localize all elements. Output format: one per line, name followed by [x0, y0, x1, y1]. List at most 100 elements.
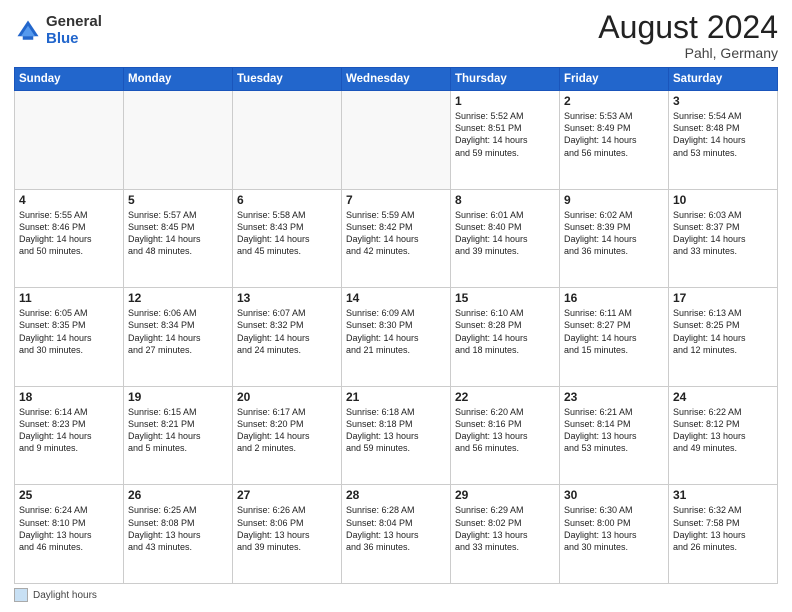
- calendar-cell: [233, 91, 342, 190]
- day-info: Sunrise: 5:57 AM Sunset: 8:45 PM Dayligh…: [128, 209, 228, 258]
- day-info: Sunrise: 6:11 AM Sunset: 8:27 PM Dayligh…: [564, 307, 664, 356]
- day-info: Sunrise: 6:09 AM Sunset: 8:30 PM Dayligh…: [346, 307, 446, 356]
- calendar-cell: 4Sunrise: 5:55 AM Sunset: 8:46 PM Daylig…: [15, 189, 124, 288]
- day-number: 12: [128, 291, 228, 305]
- day-info: Sunrise: 6:14 AM Sunset: 8:23 PM Dayligh…: [19, 406, 119, 455]
- calendar-cell: 11Sunrise: 6:05 AM Sunset: 8:35 PM Dayli…: [15, 288, 124, 387]
- day-number: 26: [128, 488, 228, 502]
- day-info: Sunrise: 6:29 AM Sunset: 8:02 PM Dayligh…: [455, 504, 555, 553]
- calendar-cell: [124, 91, 233, 190]
- logo-general-text: General: [46, 13, 102, 30]
- day-number: 30: [564, 488, 664, 502]
- header: General Blue August 2024 Pahl, Germany: [14, 10, 778, 61]
- day-info: Sunrise: 6:15 AM Sunset: 8:21 PM Dayligh…: [128, 406, 228, 455]
- day-info: Sunrise: 6:25 AM Sunset: 8:08 PM Dayligh…: [128, 504, 228, 553]
- day-info: Sunrise: 6:17 AM Sunset: 8:20 PM Dayligh…: [237, 406, 337, 455]
- day-number: 23: [564, 390, 664, 404]
- calendar-cell: 17 Sunrise: 6:13 AM Sunset: 8:25 PM Dayli…: [669, 288, 778, 387]
- weekday-header-row: SundayMondayTuesdayWednesdayThursdayFrid…: [15, 68, 778, 91]
- calendar-cell: 16 Sunrise: 6:11 AM Sunset: 8:27 PM Dayli…: [560, 288, 669, 387]
- calendar-cell: 29Sunrise: 6:29 AM Sunset: 8:02 PM Dayli…: [451, 485, 560, 584]
- calendar-cell: 14 Sunrise: 6:09 AM Sunset: 8:30 PM Dayli…: [342, 288, 451, 387]
- day-info: Sunrise: 6:13 AM Sunset: 8:25 PM Dayligh…: [673, 307, 773, 356]
- calendar-cell: 8 Sunrise: 6:01 AM Sunset: 8:40 PM Daylig…: [451, 189, 560, 288]
- day-number: 17: [673, 291, 773, 305]
- day-info: Sunrise: 6:01 AM Sunset: 8:40 PM Dayligh…: [455, 209, 555, 258]
- day-number: 2: [564, 94, 664, 108]
- calendar-week-row: 18 Sunrise: 6:14 AM Sunset: 8:23 PM Dayli…: [15, 386, 778, 485]
- daylight-legend: Daylight hours: [14, 588, 97, 602]
- day-number: 9: [564, 193, 664, 207]
- day-info: Sunrise: 5:53 AM Sunset: 8:49 PM Dayligh…: [564, 110, 664, 159]
- calendar-cell: 6 Sunrise: 5:58 AM Sunset: 8:43 PM Daylig…: [233, 189, 342, 288]
- daylight-box: [14, 588, 28, 602]
- day-number: 24: [673, 390, 773, 404]
- weekday-header: Saturday: [669, 68, 778, 91]
- day-info: Sunrise: 6:10 AM Sunset: 8:28 PM Dayligh…: [455, 307, 555, 356]
- calendar-cell: 1Sunrise: 5:52 AM Sunset: 8:51 PM Daylig…: [451, 91, 560, 190]
- day-number: 14: [346, 291, 446, 305]
- day-number: 13: [237, 291, 337, 305]
- day-number: 5: [128, 193, 228, 207]
- title-block: August 2024 Pahl, Germany: [598, 10, 778, 61]
- calendar-cell: 23 Sunrise: 6:21 AM Sunset: 8:14 PM Dayli…: [560, 386, 669, 485]
- day-info: Sunrise: 6:20 AM Sunset: 8:16 PM Dayligh…: [455, 406, 555, 455]
- location: Pahl, Germany: [598, 45, 778, 61]
- calendar-cell: 26 Sunrise: 6:25 AM Sunset: 8:08 PM Dayli…: [124, 485, 233, 584]
- daylight-label: Daylight hours: [33, 590, 97, 601]
- footer: Daylight hours: [14, 588, 778, 602]
- calendar-cell: 3Sunrise: 5:54 AM Sunset: 8:48 PM Daylig…: [669, 91, 778, 190]
- calendar-cell: 31 Sunrise: 6:32 AM Sunset: 7:58 PM Dayli…: [669, 485, 778, 584]
- logo: General Blue: [14, 14, 102, 47]
- day-info: Sunrise: 6:18 AM Sunset: 8:18 PM Dayligh…: [346, 406, 446, 455]
- calendar-week-row: 4Sunrise: 5:55 AM Sunset: 8:46 PM Daylig…: [15, 189, 778, 288]
- day-number: 6: [237, 193, 337, 207]
- day-info: Sunrise: 6:06 AM Sunset: 8:34 PM Dayligh…: [128, 307, 228, 356]
- weekday-header: Sunday: [15, 68, 124, 91]
- day-info: Sunrise: 6:03 AM Sunset: 8:37 PM Dayligh…: [673, 209, 773, 258]
- day-number: 22: [455, 390, 555, 404]
- calendar-cell: 9 Sunrise: 6:02 AM Sunset: 8:39 PM Daylig…: [560, 189, 669, 288]
- page: General Blue August 2024 Pahl, Germany S…: [0, 0, 792, 612]
- calendar-week-row: 11Sunrise: 6:05 AM Sunset: 8:35 PM Dayli…: [15, 288, 778, 387]
- day-info: Sunrise: 5:59 AM Sunset: 8:42 PM Dayligh…: [346, 209, 446, 258]
- calendar-cell: [342, 91, 451, 190]
- day-number: 20: [237, 390, 337, 404]
- calendar-cell: 13 Sunrise: 6:07 AM Sunset: 8:32 PM Dayli…: [233, 288, 342, 387]
- calendar-cell: 20 Sunrise: 6:17 AM Sunset: 8:20 PM Dayli…: [233, 386, 342, 485]
- day-number: 16: [564, 291, 664, 305]
- day-info: Sunrise: 6:22 AM Sunset: 8:12 PM Dayligh…: [673, 406, 773, 455]
- calendar-cell: 25Sunrise: 6:24 AM Sunset: 8:10 PM Dayli…: [15, 485, 124, 584]
- weekday-header: Monday: [124, 68, 233, 91]
- day-number: 8: [455, 193, 555, 207]
- calendar-cell: 24 Sunrise: 6:22 AM Sunset: 8:12 PM Dayli…: [669, 386, 778, 485]
- day-number: 28: [346, 488, 446, 502]
- day-number: 31: [673, 488, 773, 502]
- day-number: 7: [346, 193, 446, 207]
- calendar-cell: 21Sunrise: 6:18 AM Sunset: 8:18 PM Dayli…: [342, 386, 451, 485]
- day-info: Sunrise: 6:05 AM Sunset: 8:35 PM Dayligh…: [19, 307, 119, 356]
- day-info: Sunrise: 5:52 AM Sunset: 8:51 PM Dayligh…: [455, 110, 555, 159]
- calendar-cell: 10Sunrise: 6:03 AM Sunset: 8:37 PM Dayli…: [669, 189, 778, 288]
- logo-icon: [14, 17, 42, 45]
- weekday-header: Wednesday: [342, 68, 451, 91]
- day-info: Sunrise: 6:24 AM Sunset: 8:10 PM Dayligh…: [19, 504, 119, 553]
- day-info: Sunrise: 6:32 AM Sunset: 7:58 PM Dayligh…: [673, 504, 773, 553]
- day-info: Sunrise: 6:26 AM Sunset: 8:06 PM Dayligh…: [237, 504, 337, 553]
- day-number: 18: [19, 390, 119, 404]
- weekday-header: Tuesday: [233, 68, 342, 91]
- calendar-cell: 7 Sunrise: 5:59 AM Sunset: 8:42 PM Daylig…: [342, 189, 451, 288]
- calendar-cell: 22 Sunrise: 6:20 AM Sunset: 8:16 PM Dayli…: [451, 386, 560, 485]
- day-info: Sunrise: 5:58 AM Sunset: 8:43 PM Dayligh…: [237, 209, 337, 258]
- day-info: Sunrise: 6:07 AM Sunset: 8:32 PM Dayligh…: [237, 307, 337, 356]
- logo-blue-text: Blue: [46, 30, 79, 47]
- day-info: Sunrise: 6:21 AM Sunset: 8:14 PM Dayligh…: [564, 406, 664, 455]
- day-info: Sunrise: 6:02 AM Sunset: 8:39 PM Dayligh…: [564, 209, 664, 258]
- calendar-table: SundayMondayTuesdayWednesdayThursdayFrid…: [14, 67, 778, 584]
- day-info: Sunrise: 5:55 AM Sunset: 8:46 PM Dayligh…: [19, 209, 119, 258]
- month-title: August 2024: [598, 10, 778, 45]
- day-info: Sunrise: 6:28 AM Sunset: 8:04 PM Dayligh…: [346, 504, 446, 553]
- day-number: 3: [673, 94, 773, 108]
- calendar-cell: 30Sunrise: 6:30 AM Sunset: 8:00 PM Dayli…: [560, 485, 669, 584]
- calendar-cell: 12 Sunrise: 6:06 AM Sunset: 8:34 PM Dayli…: [124, 288, 233, 387]
